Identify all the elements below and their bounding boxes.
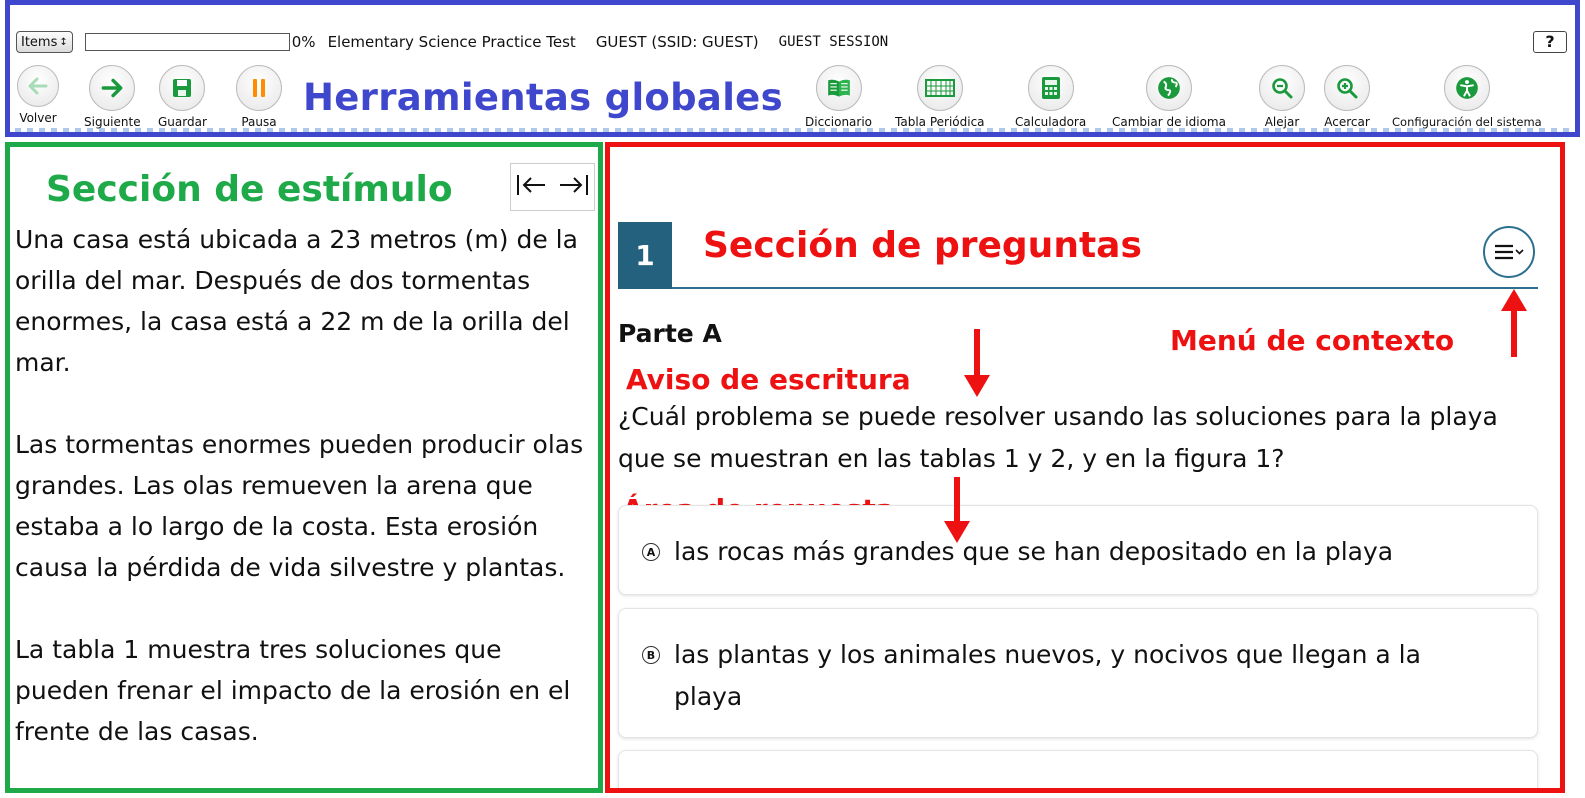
down-arrow-icon xyxy=(964,329,990,397)
question-annotation: Sección de preguntas xyxy=(703,225,1142,266)
expand-right-icon[interactable] xyxy=(556,171,590,203)
question-header: 1 Sección de preguntas xyxy=(618,222,1538,289)
question-number: 1 xyxy=(618,222,672,289)
question-prompt: ¿Cuál problema se puede resolver usando … xyxy=(618,402,1498,473)
status-line: Items ↕ 0% Elementary Science Practice T… xyxy=(16,29,1569,55)
language-label: Cambiar de idioma xyxy=(1112,115,1226,129)
context-menu-annotation: Menú de contexto xyxy=(1170,324,1455,357)
option-letter: B xyxy=(642,646,660,664)
answer-option-c[interactable] xyxy=(618,750,1538,788)
periodic-table-label: Tabla Periódica xyxy=(895,115,985,129)
dictionary-button[interactable]: Diccionario xyxy=(805,65,872,129)
save-button[interactable]: Guardar xyxy=(158,65,207,129)
passage-paragraph: Una casa está ubicada a 23 metros (m) de… xyxy=(15,225,578,377)
next-button[interactable]: Siguiente xyxy=(84,65,141,129)
periodic-table-button[interactable]: Tabla Periódica xyxy=(895,65,985,129)
stimulus-annotation: Sección de estímulo xyxy=(46,169,453,210)
zoom-in-button[interactable]: Acercar xyxy=(1324,65,1370,129)
toolbar-divider xyxy=(15,128,1570,132)
next-arrow-icon xyxy=(89,65,136,111)
question-section: 1 Sección de preguntas Parte A Menú de c… xyxy=(605,142,1565,793)
calculator-label: Calculadora xyxy=(1015,115,1087,129)
updown-icon: ↕ xyxy=(59,36,68,48)
items-label: Items xyxy=(21,34,58,50)
stimulus-passage: Una casa está ubicada a 23 metros (m) de… xyxy=(15,219,585,788)
part-label: Parte A xyxy=(618,319,722,348)
system-settings-button[interactable]: Configuración del sistema xyxy=(1392,65,1542,129)
periodic-table-icon xyxy=(916,65,963,111)
zoom-out-label: Alejar xyxy=(1264,115,1300,129)
passage-paragraph: La tabla 1 muestra tres soluciones que p… xyxy=(15,635,571,746)
writing-prompt-annotation: Aviso de escritura xyxy=(626,363,911,396)
answer-option-a[interactable]: A las rocas más grandes que se han depos… xyxy=(618,505,1538,595)
progress-bar xyxy=(84,33,290,51)
context-menu-button[interactable] xyxy=(1483,226,1535,278)
global-toolbar: Items ↕ 0% Elementary Science Practice T… xyxy=(5,0,1580,137)
zoom-out-button[interactable]: Alejar xyxy=(1259,65,1305,129)
calculator-icon xyxy=(1027,65,1074,111)
globe-icon xyxy=(1145,65,1192,111)
hamburger-menu-icon xyxy=(1495,244,1524,260)
progress-percent: 0% xyxy=(291,33,316,51)
option-text: las plantas y los animales nuevos, y noc… xyxy=(674,640,1421,711)
student-name: GUEST (SSID: GUEST) xyxy=(595,33,759,51)
back-arrow-icon xyxy=(17,65,59,107)
pause-label: Pausa xyxy=(241,115,277,129)
dictionary-label: Diccionario xyxy=(805,115,873,129)
down-arrow-icon xyxy=(944,477,970,543)
pause-button[interactable]: Pausa xyxy=(236,65,282,129)
help-button[interactable]: ? xyxy=(1533,31,1567,53)
option-letter: A xyxy=(642,543,660,561)
passage-paragraph: Las tormentas enormes pueden producir ol… xyxy=(15,430,584,582)
option-text: las rocas más grandes que se han deposit… xyxy=(674,537,1394,566)
session-id: GUEST SESSION xyxy=(778,34,889,50)
calculator-button[interactable]: Calculadora xyxy=(1015,65,1086,129)
test-name: Elementary Science Practice Test xyxy=(327,33,576,51)
zoom-in-label: Acercar xyxy=(1324,115,1370,129)
up-arrow-icon xyxy=(1501,289,1527,357)
stimulus-section: Sección de estímulo Una casa está ubicad… xyxy=(5,142,603,793)
back-label: Volver xyxy=(19,111,57,125)
global-tools-annotation: Herramientas globales xyxy=(303,76,783,119)
items-dropdown[interactable]: Items ↕ xyxy=(16,31,73,53)
answer-option-b[interactable]: B las plantas y los animales nuevos, y n… xyxy=(618,608,1538,738)
zoom-in-icon xyxy=(1324,65,1370,111)
save-disk-icon xyxy=(159,65,206,111)
collapse-left-icon[interactable] xyxy=(515,171,549,203)
accessibility-icon xyxy=(1443,65,1490,111)
language-button[interactable]: Cambiar de idioma xyxy=(1112,65,1226,129)
save-label: Guardar xyxy=(158,115,207,129)
system-settings-label: Configuración del sistema xyxy=(1392,115,1542,129)
panel-resize-controls xyxy=(510,163,595,211)
next-label: Siguiente xyxy=(84,115,141,129)
pause-icon xyxy=(236,65,282,111)
book-icon xyxy=(815,65,862,111)
back-button[interactable]: Volver xyxy=(17,65,59,125)
zoom-out-icon xyxy=(1259,65,1305,111)
